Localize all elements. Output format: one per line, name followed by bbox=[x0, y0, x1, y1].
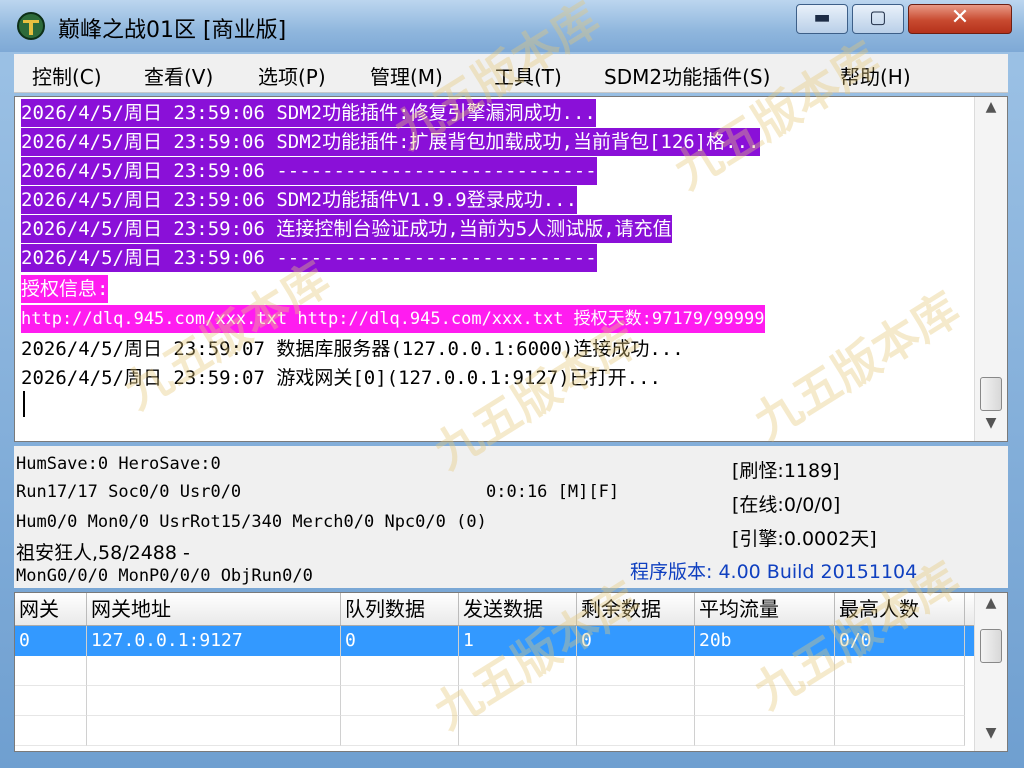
menu-tools[interactable]: 工具(T) bbox=[494, 61, 562, 90]
minimize-button[interactable]: ▬ bbox=[796, 4, 848, 34]
log-line: 2026/4/5/周日 23:59:06 SDM2功能插件V1.9.9登录成功.… bbox=[21, 186, 578, 214]
table-row bbox=[15, 716, 977, 746]
table-row[interactable]: 0 127.0.0.1:9127 0 1 0 20b 0/0 bbox=[15, 626, 977, 656]
log-line: 2026/4/5/周日 23:59:06 -------------------… bbox=[21, 157, 597, 185]
menu-control[interactable]: 控制(C) bbox=[32, 61, 102, 90]
table-cell: 0 bbox=[577, 626, 695, 656]
table-cell: 20b bbox=[695, 626, 835, 656]
column-header[interactable]: 最高人数 bbox=[835, 593, 965, 625]
minimize-icon: ▬ bbox=[813, 7, 831, 28]
log-scrollbar[interactable]: ▲ ▼ bbox=[974, 97, 1007, 441]
column-header[interactable]: 网关地址 bbox=[87, 593, 341, 625]
table-cell: 0/0 bbox=[835, 626, 965, 656]
table-row bbox=[15, 686, 977, 716]
close-icon: ✕ bbox=[950, 5, 970, 30]
status-monster-counts: MonG0/0/0 MonP0/0/0 ObjRun0/0 bbox=[16, 566, 313, 586]
scroll-thumb[interactable] bbox=[980, 629, 1002, 663]
menu-manage[interactable]: 管理(M) bbox=[370, 61, 443, 90]
status-run-counts: Run17/17 Soc0/0 Usr0/0 bbox=[16, 482, 242, 502]
table-row bbox=[15, 656, 977, 686]
gateway-table[interactable]: 网关 网关地址 队列数据 发送数据 剩余数据 平均流量 最高人数 0 127.0… bbox=[14, 592, 1008, 752]
log-line: http://dlq.945.com/xxx.txt http://dlq.94… bbox=[21, 305, 765, 333]
app-window: 巅峰之战01区 [商业版] ▬ ▢ ✕ 控制(C) 查看(V) 选项(P) 管理… bbox=[0, 0, 1024, 768]
scroll-up-arrow-icon[interactable]: ▲ bbox=[975, 595, 1007, 619]
log-line: 2026/4/5/周日 23:59:06 SDM2功能插件:扩展背包加载成功,当… bbox=[21, 128, 760, 156]
log-line: 2026/4/5/周日 23:59:06 -------------------… bbox=[21, 244, 597, 272]
maximize-button[interactable]: ▢ bbox=[852, 4, 904, 34]
status-online-count: [在线:0/0/0] bbox=[732, 494, 841, 516]
log-output[interactable]: 2026/4/5/周日 23:59:06 SDM2功能插件:修复引擎漏洞成功..… bbox=[14, 96, 1008, 442]
log-line: 2026/4/5/周日 23:59:07 游戏网关[0](127.0.0.1:9… bbox=[21, 367, 661, 389]
log-line: 2026/4/5/周日 23:59:07 数据库服务器(127.0.0.1:60… bbox=[21, 338, 684, 360]
log-line: 2026/4/5/周日 23:59:06 SDM2功能插件:修复引擎漏洞成功..… bbox=[21, 99, 596, 127]
log-line: 2026/4/5/周日 23:59:06 连接控制台验证成功,当前为5人测试版,… bbox=[21, 215, 672, 243]
scroll-up-arrow-icon[interactable]: ▲ bbox=[975, 99, 1007, 123]
table-scrollbar[interactable]: ▲ ▼ bbox=[974, 593, 1007, 751]
menu-options[interactable]: 选项(P) bbox=[258, 61, 326, 90]
table-cell: 1 bbox=[459, 626, 577, 656]
menu-view[interactable]: 查看(V) bbox=[144, 61, 213, 90]
column-header[interactable]: 队列数据 bbox=[341, 593, 459, 625]
column-header[interactable]: 平均流量 bbox=[695, 593, 835, 625]
menu-help[interactable]: 帮助(H) bbox=[840, 61, 911, 90]
app-icon bbox=[17, 12, 45, 40]
scroll-thumb[interactable] bbox=[980, 377, 1002, 411]
column-header[interactable]: 网关 bbox=[15, 593, 87, 625]
program-version: 程序版本: 4.00 Build 20151104 bbox=[630, 561, 918, 583]
table-cell: 127.0.0.1:9127 bbox=[87, 626, 341, 656]
table-header: 网关 网关地址 队列数据 发送数据 剩余数据 平均流量 最高人数 bbox=[15, 593, 977, 626]
status-refresh-count: [刷怪:1189] bbox=[732, 460, 840, 482]
window-title: 巅峰之战01区 [商业版] bbox=[58, 18, 287, 43]
table-cell: 0 bbox=[341, 626, 459, 656]
log-line: 授权信息: bbox=[21, 275, 109, 303]
menu-bar: 控制(C) 查看(V) 选项(P) 管理(M) 工具(T) SDM2功能插件(S… bbox=[14, 54, 1008, 93]
status-save-counts: HumSave:0 HeroSave:0 bbox=[16, 454, 221, 474]
column-header[interactable]: 发送数据 bbox=[459, 593, 577, 625]
column-header[interactable]: 剩余数据 bbox=[577, 593, 695, 625]
menu-sdm2-plugin[interactable]: SDM2功能插件(S) bbox=[604, 61, 770, 90]
status-panel: HumSave:0 HeroSave:0 Run17/17 Soc0/0 Usr… bbox=[14, 446, 1008, 588]
close-button[interactable]: ✕ bbox=[908, 4, 1012, 34]
scroll-down-arrow-icon[interactable]: ▼ bbox=[975, 415, 1007, 439]
text-caret bbox=[23, 391, 25, 417]
maximize-icon: ▢ bbox=[869, 7, 887, 28]
status-object-counts: Hum0/0 Mon0/0 UsrRot15/340 Merch0/0 Npc0… bbox=[16, 512, 487, 532]
status-uptime: 0:0:16 [M][F] bbox=[486, 482, 620, 502]
table-cell: 0 bbox=[15, 626, 87, 656]
scroll-down-arrow-icon[interactable]: ▼ bbox=[975, 725, 1007, 749]
title-bar[interactable]: 巅峰之战01区 [商业版] ▬ ▢ ✕ bbox=[0, 0, 1024, 52]
status-engine-time: [引擎:0.0002天] bbox=[732, 528, 877, 550]
status-player-info: 祖安狂人,58/2488 - bbox=[16, 542, 190, 564]
